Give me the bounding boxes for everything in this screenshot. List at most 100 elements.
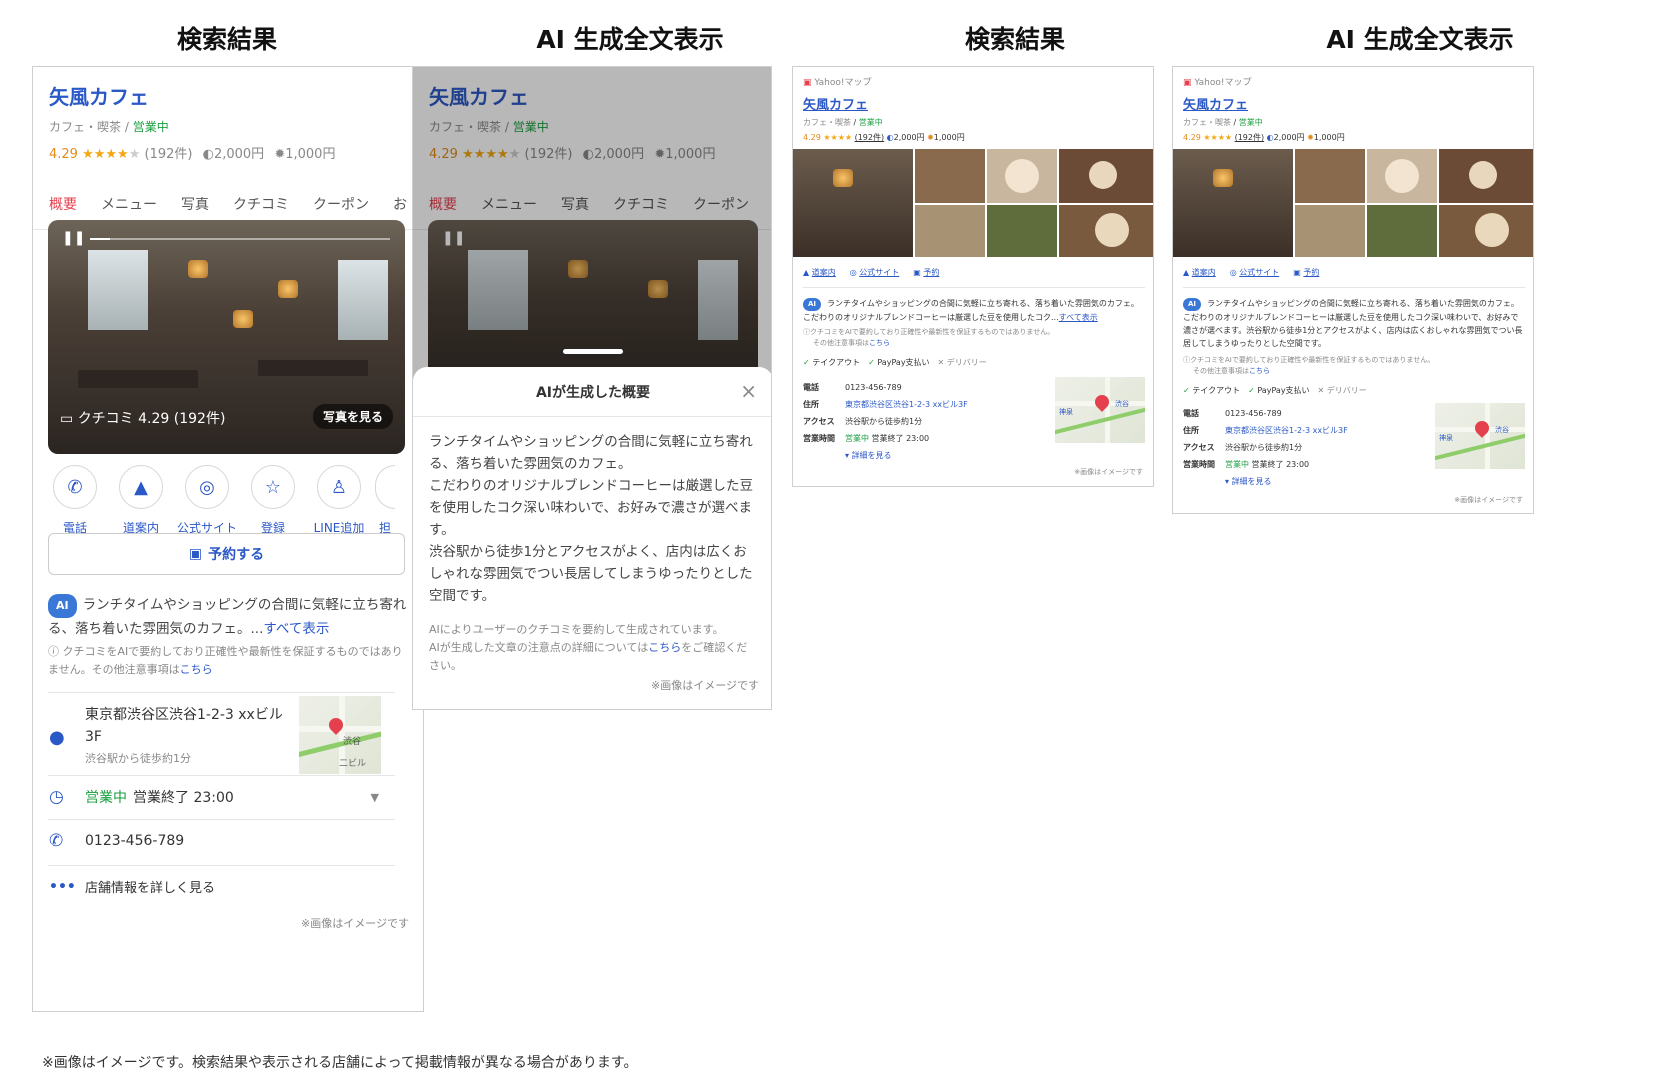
- calendar-icon: ▣: [189, 546, 202, 562]
- map-label-shinsen: 神泉: [1439, 433, 1453, 443]
- map-label-shibuya: 渋谷: [1495, 425, 1509, 435]
- show-all-link[interactable]: すべて表示: [263, 621, 329, 637]
- sheet-body-2: こだわりのオリジナルブレンドコーヒーは厳選した豆を使用したコク深い味わいで、お好…: [429, 475, 757, 541]
- review-count[interactable]: (192件): [1235, 133, 1265, 142]
- close-icon[interactable]: ×: [740, 379, 757, 403]
- value-address[interactable]: 東京都渋谷区渋谷1-2-3 xxビル3F: [1225, 426, 1348, 435]
- ai-note-text: クチコミをAIで要約しており正確性や最新性を保証するものではありません。: [810, 328, 1054, 336]
- footer-disclaimer: ※画像はイメージです。検索結果や表示される店舗によって掲載情報が異なる場合があり…: [42, 1052, 638, 1072]
- more-details-label: 詳細を見る: [852, 451, 892, 460]
- place-title[interactable]: 矢風カフェ: [49, 81, 407, 110]
- pause-icon[interactable]: ❚❚: [62, 230, 85, 246]
- store-photo[interactable]: ❚❚ ▭ クチコミ 4.29 (192件) 写真を見る: [48, 220, 405, 454]
- hours-row[interactable]: ◷ 営業中 営業終了 23:00 ▼: [49, 787, 379, 807]
- more-details-link[interactable]: ▾ 詳細を見る: [803, 447, 968, 464]
- review-count[interactable]: (192件): [855, 133, 885, 142]
- call-action[interactable]: ✆電話: [45, 465, 105, 536]
- price-day: 2,000円: [214, 147, 264, 162]
- divider: [48, 775, 395, 776]
- star-icons: ★★★★: [823, 133, 852, 142]
- label-hours: 営業時間: [803, 430, 845, 447]
- photo-cup: [1475, 213, 1509, 247]
- line-add-action[interactable]: ♙LINE追加: [309, 465, 369, 536]
- reserve-link[interactable]: ▣ 予約: [913, 267, 939, 278]
- sheet-note-link[interactable]: こちら: [648, 641, 681, 654]
- category-line: カフェ・喫茶 / 営業中: [803, 117, 1143, 128]
- more-action[interactable]: 担: [375, 465, 395, 536]
- pc-ai-panel: ▣ Yahoo!マップ 矢風カフェ カフェ・喫茶 / 営業中 4.29 ★★★★…: [1172, 66, 1534, 514]
- show-all-link[interactable]: すべて表示: [1059, 313, 1098, 322]
- feature-paypay: PayPay支払い: [1257, 386, 1309, 395]
- photo-tile: [1367, 149, 1437, 203]
- price-night: 1,000円: [1314, 133, 1345, 142]
- photo-cup: [1005, 159, 1039, 193]
- sun-icon: ✹: [927, 133, 934, 142]
- reserve-link[interactable]: ▣ 予約: [1293, 267, 1319, 278]
- mini-map[interactable]: 渋谷 神泉: [1055, 377, 1145, 443]
- place-title-link[interactable]: 矢風カフェ: [803, 94, 1143, 113]
- info-table: 電話0123-456-789 住所東京都渋谷区渋谷1-2-3 xxビル3F アク…: [803, 379, 968, 464]
- link-row: ▲ 道案内 ◎ 公式サイト ▣ 予約: [803, 267, 939, 278]
- map-label-building: 二ビル: [339, 756, 366, 769]
- source-line: ▣ Yahoo!マップ: [1183, 75, 1523, 88]
- price-night: 1,000円: [934, 133, 965, 142]
- label-access: アクセス: [1183, 439, 1225, 456]
- divider: [48, 692, 395, 693]
- review-count[interactable]: (192件): [145, 147, 193, 162]
- phone-row[interactable]: ✆ 0123-456-789: [49, 831, 184, 851]
- ai-note-link[interactable]: こちら: [869, 339, 890, 347]
- website-link[interactable]: ◎ 公式サイト: [850, 267, 900, 278]
- reserve-button[interactable]: ▣予約する: [48, 533, 405, 575]
- value-phone: 0123-456-789: [1225, 409, 1282, 418]
- pc-search-panel: ▣ Yahoo!マップ 矢風カフェ カフェ・喫茶 / 営業中 4.29 ★★★★…: [792, 66, 1154, 487]
- ai-note: ⓘクチコミをAIで要約しており正確性や最新性を保証するものではありません。 その…: [803, 327, 1143, 349]
- directions-action[interactable]: ▲道案内: [111, 465, 171, 536]
- star-icons: ★★★★: [1203, 133, 1232, 142]
- ai-note-link[interactable]: こちら: [1249, 367, 1270, 375]
- ai-note-text-2: その他注意事項は: [1193, 367, 1249, 375]
- rating-value: 4.29: [1183, 133, 1201, 142]
- navigate-icon: ▲: [1183, 268, 1189, 277]
- sun-icon: ✹: [274, 147, 285, 162]
- photo-tile: [987, 205, 1057, 257]
- map-logo-icon: ▣: [1183, 78, 1192, 88]
- photo-tile: [915, 205, 985, 257]
- mini-map[interactable]: 渋谷 二ビル: [299, 696, 381, 774]
- address-sub: 渋谷駅から徒歩約1分: [85, 748, 285, 770]
- source-label: Yahoo!マップ: [1194, 78, 1251, 88]
- photo-table: [258, 360, 368, 376]
- address-block[interactable]: 東京都渋谷区渋谷1-2-3 xxビル 3F 渋谷駅から徒歩約1分: [85, 704, 285, 770]
- view-photos-button[interactable]: 写真を見る: [313, 404, 393, 429]
- directions-link[interactable]: ▲ 道案内: [803, 267, 836, 278]
- moon-icon: ◐: [887, 133, 894, 142]
- save-action[interactable]: ☆登録: [243, 465, 303, 536]
- photo-cup: [1089, 161, 1117, 189]
- cross-icon: ✕: [938, 358, 945, 367]
- website-action[interactable]: ◎公式サイト: [177, 465, 237, 536]
- value-address[interactable]: 東京都渋谷区渋谷1-2-3 xxビル3F: [845, 400, 968, 409]
- feature-delivery: デリバリー: [947, 358, 987, 367]
- mini-map[interactable]: 渋谷 神泉: [1435, 403, 1525, 469]
- info-icon: ⓘ: [48, 645, 59, 658]
- feature-row: ✓ テイクアウト ✓ PayPay支払い ✕ デリバリー: [803, 357, 987, 368]
- open-status: 営業中: [1239, 118, 1263, 127]
- map-label-shinsen: 神泉: [1059, 407, 1073, 417]
- photo-grid[interactable]: [793, 149, 1154, 257]
- phone-icon: ✆: [49, 831, 85, 851]
- feature-paypay: PayPay支払い: [877, 358, 929, 367]
- image-disclaimer: ※画像はイメージです: [651, 677, 759, 695]
- ai-note-link[interactable]: こちら: [180, 663, 213, 676]
- ai-summary-text: ランチタイムやショッピングの合間に気軽に立ち寄れる、落ち着いた雰囲気のカフェ。.…: [48, 597, 406, 637]
- details-row[interactable]: ••• 店舗情報を詳しく見る: [49, 877, 215, 896]
- website-link[interactable]: ◎ 公式サイト: [1230, 267, 1280, 278]
- place-title-link[interactable]: 矢風カフェ: [1183, 94, 1523, 113]
- more-details-label: 詳細を見る: [1232, 477, 1272, 486]
- header-search-result-2: 検索結果: [910, 20, 1120, 56]
- sheet-handle[interactable]: [563, 349, 623, 354]
- directions-link[interactable]: ▲ 道案内: [1183, 267, 1216, 278]
- chat-icon: ▭: [60, 411, 73, 427]
- chevron-down-icon[interactable]: ▼: [371, 791, 379, 804]
- image-disclaimer: ※画像はイメージです: [1454, 495, 1523, 505]
- photo-grid[interactable]: [1173, 149, 1534, 257]
- more-details-link[interactable]: ▾ 詳細を見る: [1183, 473, 1348, 490]
